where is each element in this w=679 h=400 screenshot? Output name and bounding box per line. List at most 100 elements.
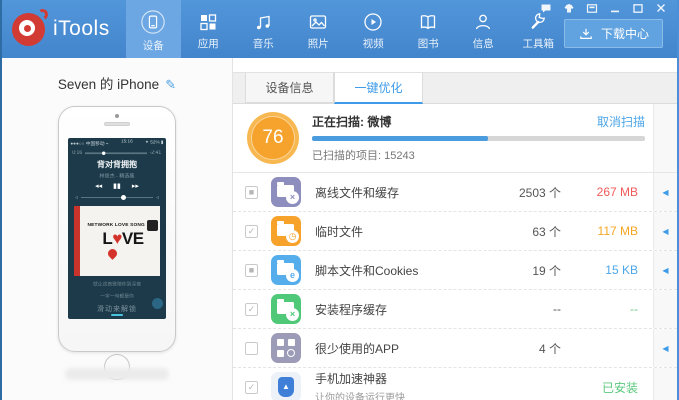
phone-screen: ●●●○○ 中国移动 ⌁ 15:16 ✦ 52% ▮ 0:16 -2:41 背对…: [68, 138, 166, 319]
checkbox[interactable]: ✓: [245, 380, 258, 394]
download-center-button[interactable]: 下载中心: [563, 19, 663, 48]
list-item-temp-files[interactable]: ✓ ◷ 临时文件 63 个 117 MB ◀: [233, 212, 677, 251]
phone-reflection: [65, 368, 169, 380]
item-name: 脚本文件和Cookies: [315, 263, 419, 278]
nav-item-device[interactable]: 设备: [125, 0, 181, 58]
scan-details: 正在扫描: 微博 取消扫描 已扫描的项目: 15243: [312, 113, 645, 163]
download-icon: [578, 26, 594, 42]
checkbox[interactable]: ■: [245, 185, 258, 199]
nav-label: 设备: [142, 40, 164, 52]
checkbox[interactable]: ✓: [245, 302, 258, 316]
nav-label: 照片: [307, 38, 329, 50]
cookies-folder-icon: e: [271, 255, 301, 285]
books-icon: [417, 11, 439, 33]
home-indicator: [111, 314, 123, 316]
iphone-preview: ●●●○○ 中国移动 ⌁ 15:16 ✦ 52% ▮ 0:16 -2:41 背对…: [58, 106, 176, 380]
nav-label: 工具箱: [522, 38, 554, 50]
right-gutter: [653, 104, 677, 172]
download-label: 下载中心: [600, 27, 649, 41]
toolbox-icon: [527, 11, 549, 33]
expand-arrow-icon[interactable]: ◀: [662, 188, 668, 197]
nav-item-photos[interactable]: 照片: [291, 0, 346, 58]
checkbox[interactable]: ✓: [245, 224, 258, 238]
feedback-icon[interactable]: [540, 3, 552, 14]
device-panel: Seven 的 iPhone ✎ ●●●○○ 中国移动 ⌁ 15:16 ✦ 52%…: [2, 58, 233, 400]
item-size: 117 MB: [597, 224, 638, 238]
nav-label: 视频: [362, 38, 384, 50]
nav-item-video[interactable]: 视频: [346, 0, 401, 58]
edit-device-name-icon[interactable]: ✎: [165, 77, 176, 92]
top-toolbar: iTools 设备 应用 音乐 照片 视频 图书 信息 工具箱 下载中心: [2, 0, 677, 58]
earpiece-slot: [104, 122, 130, 126]
tab-one-click-optimize[interactable]: 一键优化: [334, 72, 423, 104]
nav-item-apps[interactable]: 应用: [181, 0, 236, 58]
volume-high-icon: ◃: [155, 195, 159, 201]
item-name: 很少使用的APP: [315, 341, 400, 356]
album-heart-graphic: [106, 247, 119, 260]
expand-arrow-icon[interactable]: ◀: [662, 227, 668, 236]
list-item-phone-booster[interactable]: ✓ ▲ 手机加速神器 让你的设备运行更快 已安装: [233, 368, 677, 400]
tab-strip: 设备信息 一键优化: [233, 72, 677, 104]
camera-shortcut-icon: [152, 298, 163, 309]
nav-item-books[interactable]: 图书: [401, 0, 456, 58]
phone-booster-rocket-icon: ▲: [271, 372, 301, 400]
expand-cell: ◀: [653, 212, 677, 250]
brand-name: iTools: [53, 17, 110, 40]
list-item-cookies[interactable]: ■ e 脚本文件和Cookies 19 个 15 KB ◀: [233, 251, 677, 290]
contacts-icon: [472, 11, 494, 33]
nav-label: 应用: [197, 38, 219, 50]
expand-arrow-icon[interactable]: ◀: [662, 266, 668, 275]
expand-cell: ◀: [653, 173, 677, 211]
item-name: 离线文件和缓存: [315, 185, 400, 200]
lyric-line: 就让这首歌陪你到深夜: [92, 282, 141, 288]
tab-device-info[interactable]: 设备信息: [245, 72, 334, 103]
item-count: 63 个: [532, 224, 561, 239]
expand-arrow-icon[interactable]: ◀: [662, 344, 668, 353]
minimize-icon[interactable]: [609, 3, 621, 14]
cancel-scan-link[interactable]: 取消扫描: [597, 113, 645, 130]
panel-icon[interactable]: [586, 3, 598, 14]
maximize-icon[interactable]: [632, 3, 644, 14]
skin-icon[interactable]: [563, 3, 575, 14]
temp-files-folder-icon: ◷: [271, 216, 301, 246]
installer-cache-folder-icon: ×: [271, 294, 301, 324]
brand: iTools: [2, 0, 126, 58]
list-item-rarely-used-apps[interactable]: 很少使用的APP 4 个 ◀: [233, 329, 677, 368]
front-camera-dot: [115, 114, 119, 118]
item-count: 19 个: [532, 263, 561, 278]
close-icon[interactable]: [655, 3, 667, 14]
song-artist: 林俊杰 - 精选集: [99, 174, 135, 180]
item-size: 15 KB: [605, 263, 638, 277]
nav-item-contacts[interactable]: 信息: [456, 0, 511, 58]
scrub-track: [84, 151, 148, 155]
expand-cell: ◀: [653, 329, 677, 367]
checkbox[interactable]: ■: [245, 263, 258, 277]
scan-percent-circle: 76: [247, 112, 299, 164]
item-count: 4 个: [538, 341, 561, 356]
pause-icon: ▮▮: [113, 183, 121, 190]
volume-track: [81, 194, 153, 200]
scan-section: 76 正在扫描: 微博 取消扫描 已扫描的项目: 15243: [233, 104, 677, 173]
device-name: Seven 的 iPhone ✎: [57, 77, 177, 92]
album-corner-badge: [147, 220, 158, 231]
itools-window: iTools 设备 应用 音乐 照片 视频 图书 信息 工具箱 下载中心 Sev…: [0, 0, 679, 400]
album-red-strip: [74, 206, 80, 276]
phone-statusbar: ●●●○○ 中国移动 ⌁ 15:16 ✦ 52% ▮: [70, 139, 164, 147]
list-item-offline-files[interactable]: ■ × 离线文件和缓存 2503 个 267 MB ◀: [233, 173, 677, 212]
song-title: 背对背拥抱: [97, 160, 137, 169]
device-icon: [140, 9, 166, 35]
lyric-line: 一字一句都是你: [100, 294, 134, 300]
checkbox[interactable]: [245, 341, 258, 355]
video-icon: [362, 11, 384, 33]
album-art: NETWORK LOVE SONG L♥VE: [74, 206, 160, 276]
window-controls: [540, 3, 667, 14]
optimize-list: ■ × 离线文件和缓存 2503 个 267 MB ◀ ✓ ◷ 临时文件 63 …: [233, 173, 677, 400]
main-area: Seven 的 iPhone ✎ ●●●○○ 中国移动 ⌁ 15:16 ✦ 52%…: [2, 58, 677, 400]
item-subtitle: 让你的设备运行更快: [315, 393, 405, 400]
list-item-installer-cache[interactable]: ✓ × 安装程序缓存 -- --: [233, 290, 677, 329]
item-count: --: [553, 302, 561, 316]
slide-to-unlock-text: 滑动来解锁: [97, 306, 137, 313]
item-size: 267 MB: [596, 185, 638, 199]
nav-item-music[interactable]: 音乐: [236, 0, 291, 58]
photos-icon: [307, 11, 329, 33]
